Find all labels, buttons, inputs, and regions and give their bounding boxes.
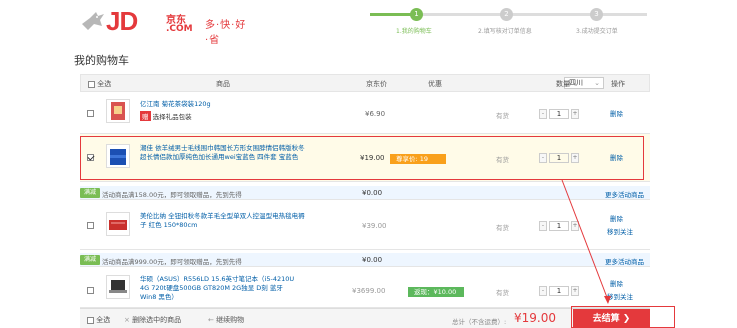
annotation-arrow <box>561 179 611 304</box>
cart-page: JD 京东 .COM 多·快·好·省 1 2 3 1.我的购物车 2.填写核对订… <box>0 0 737 328</box>
